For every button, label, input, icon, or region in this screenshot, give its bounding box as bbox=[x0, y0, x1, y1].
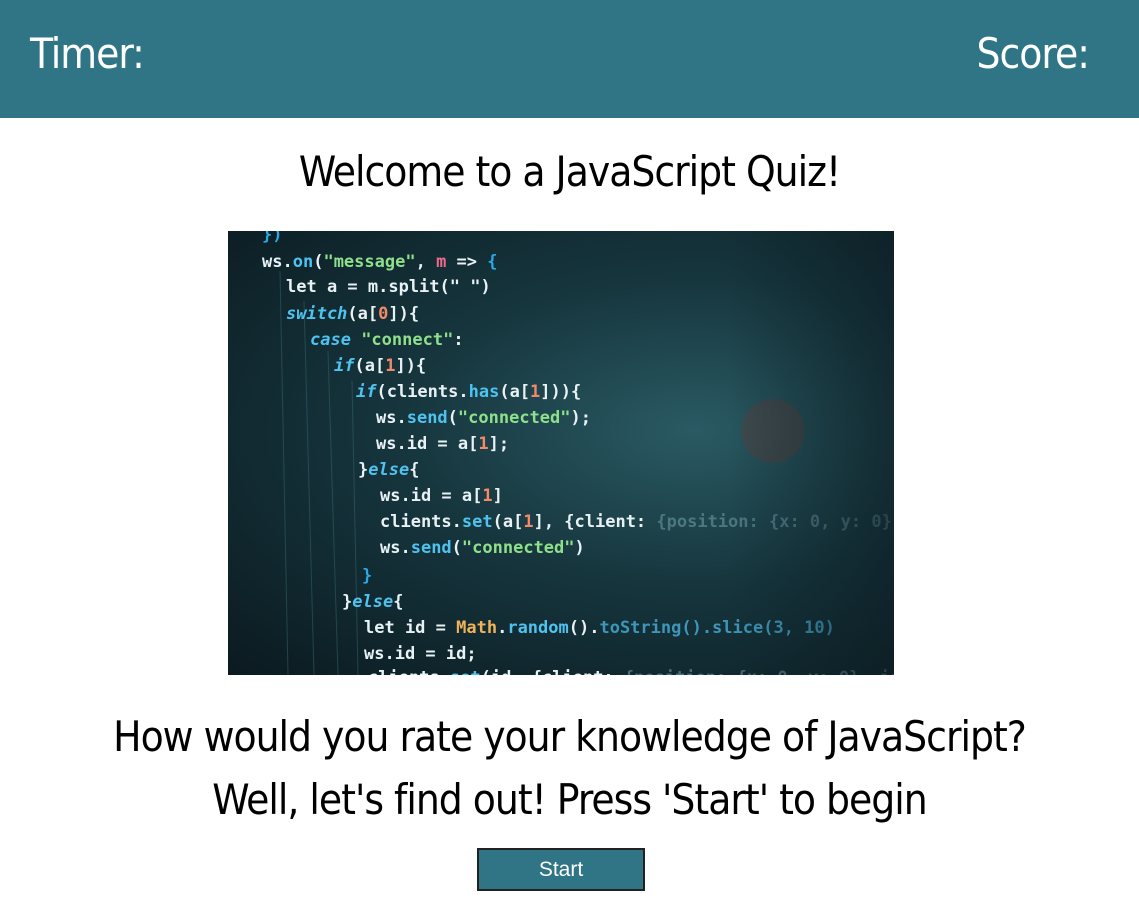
intro-prompt: How would you rate your knowledge of Jav… bbox=[0, 705, 1139, 831]
prompt-line-1: How would you rate your knowledge of Jav… bbox=[113, 712, 1027, 761]
top-bar: Timer: Score: bbox=[0, 0, 1139, 118]
start-button[interactable]: Start bbox=[477, 848, 645, 891]
code-screenshot-image: }) ws.on("message", m => { let a = m.spl… bbox=[228, 231, 894, 675]
prompt-line-2: Well, let's find out! Press 'Start' to b… bbox=[212, 775, 927, 824]
page-title: Welcome to a JavaScript Quiz! bbox=[298, 147, 841, 196]
timer-label: Timer: bbox=[30, 29, 145, 78]
score-label: Score: bbox=[976, 29, 1090, 78]
